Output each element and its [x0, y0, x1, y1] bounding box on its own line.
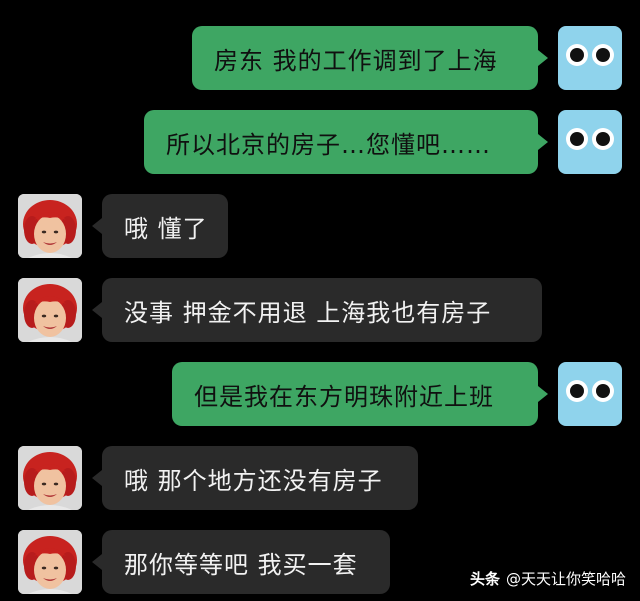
eye-icon: [566, 380, 588, 402]
sender-avatar-icon[interactable]: [558, 110, 622, 174]
message-bubble-received[interactable]: 没事 押金不用退 上海我也有房子: [92, 278, 542, 342]
eye-icon: [592, 380, 614, 402]
landlady-avatar-photo: [18, 194, 82, 258]
bubble-tail: [538, 134, 548, 150]
watermark-handle: @天天让你笑哈哈: [505, 570, 626, 588]
eye-icon: [592, 44, 614, 66]
bubble-tail: [92, 302, 102, 318]
message-text: 但是我在东方明珠附近上班: [194, 382, 494, 411]
landlady-avatar-photo: [18, 278, 82, 342]
message-text: 没事 押金不用退 上海我也有房子: [124, 298, 492, 327]
watermark-brand: 头条: [469, 570, 500, 588]
message-bubble-sent[interactable]: 房东 我的工作调到了上海: [192, 26, 548, 90]
bubble-tail: [538, 50, 548, 66]
eye-icon: [566, 128, 588, 150]
receiver-avatar[interactable]: [18, 530, 82, 594]
sender-avatar-icon[interactable]: [558, 26, 622, 90]
landlady-avatar-photo: [18, 446, 82, 510]
bubble-tail: [92, 218, 102, 234]
message-bubble-sent[interactable]: 所以北京的房子…您懂吧……: [144, 110, 548, 174]
bubble-tail: [92, 470, 102, 486]
message-text: 哦 那个地方还没有房子: [124, 466, 383, 495]
eye-icon: [566, 44, 588, 66]
message-text: 房东 我的工作调到了上海: [214, 46, 498, 75]
receiver-avatar[interactable]: [18, 194, 82, 258]
landlady-avatar-photo: [18, 530, 82, 594]
message-text: 所以北京的房子…您懂吧……: [166, 130, 491, 159]
watermark: 头条 @天天让你笑哈哈: [470, 568, 626, 589]
sender-avatar-icon[interactable]: [558, 362, 622, 426]
eye-icon: [592, 128, 614, 150]
receiver-avatar[interactable]: [18, 446, 82, 510]
bubble-tail: [538, 386, 548, 402]
receiver-avatar[interactable]: [18, 278, 82, 342]
message-text: 那你等等吧 我买一套: [124, 550, 358, 579]
message-bubble-received[interactable]: 哦 那个地方还没有房子: [92, 446, 418, 510]
message-bubble-received[interactable]: 那你等等吧 我买一套: [92, 530, 390, 594]
bubble-tail: [92, 554, 102, 570]
message-bubble-sent[interactable]: 但是我在东方明珠附近上班: [172, 362, 548, 426]
message-bubble-received[interactable]: 哦 懂了: [92, 194, 228, 258]
message-text: 哦 懂了: [124, 214, 208, 243]
